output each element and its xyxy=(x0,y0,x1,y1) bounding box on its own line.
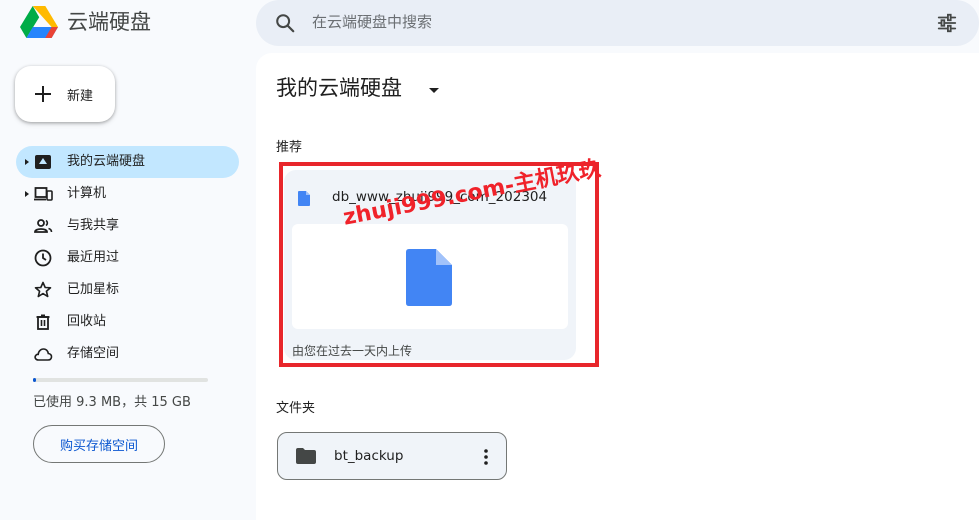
computers-icon xyxy=(34,187,53,201)
search-bar[interactable] xyxy=(256,0,979,46)
folder-item[interactable]: bt_backup xyxy=(277,432,507,480)
search-options-icon[interactable] xyxy=(936,12,958,34)
sidebar-item-label: 已加星标 xyxy=(67,282,120,297)
sidebar-item-my-drive[interactable]: 我的云端硬盘 xyxy=(16,146,239,178)
sidebar-item-label: 我的云端硬盘 xyxy=(67,154,146,169)
folders-section-label: 文件夹 xyxy=(276,401,316,416)
suggested-section-label: 推荐 xyxy=(276,140,303,155)
sidebar-item-label: 计算机 xyxy=(67,186,107,201)
sidebar-item-trash[interactable]: 回收站 xyxy=(16,306,239,338)
folder-name: bt_backup xyxy=(334,448,404,464)
storage-usage-fill xyxy=(33,378,36,382)
storage-usage-text: 已使用 9.3 MB，共 15 GB xyxy=(33,395,191,410)
new-button[interactable]: 新建 xyxy=(15,66,115,122)
new-button-label: 新建 xyxy=(67,88,94,104)
search-icon[interactable] xyxy=(274,12,296,34)
expand-arrow-icon[interactable] xyxy=(23,189,31,199)
more-options-icon[interactable] xyxy=(476,447,496,467)
buy-storage-button[interactable]: 购买存储空间 xyxy=(33,425,165,463)
page-title[interactable]: 我的云端硬盘 xyxy=(276,74,402,102)
sidebar-item-label: 回收站 xyxy=(67,314,107,329)
dropdown-arrow-icon[interactable] xyxy=(428,86,440,94)
star-icon xyxy=(34,281,52,298)
sidebar-item-shared[interactable]: 与我共享 xyxy=(16,210,239,242)
shared-with-me-icon xyxy=(34,219,53,233)
storage-usage-bar xyxy=(33,378,208,382)
expand-arrow-icon[interactable] xyxy=(23,157,31,167)
sidebar-item-computers[interactable]: 计算机 xyxy=(16,178,239,210)
sidebar-item-label: 存储空间 xyxy=(67,346,120,361)
folder-icon xyxy=(296,448,316,464)
app-title: 云端硬盘 xyxy=(67,10,151,34)
google-drive-logo[interactable] xyxy=(20,5,58,39)
my-drive-icon xyxy=(35,155,51,169)
sidebar-item-label: 与我共享 xyxy=(67,218,120,233)
cloud-icon xyxy=(34,348,53,361)
sidebar-item-recent[interactable]: 最近用过 xyxy=(16,242,239,274)
plus-icon xyxy=(35,86,51,102)
recent-icon xyxy=(34,249,52,267)
sidebar-item-starred[interactable]: 已加星标 xyxy=(16,274,239,306)
sidebar-item-label: 最近用过 xyxy=(67,250,120,265)
search-input[interactable] xyxy=(312,11,912,33)
trash-icon xyxy=(36,314,50,330)
sidebar-item-storage[interactable]: 存储空间 xyxy=(16,338,239,370)
